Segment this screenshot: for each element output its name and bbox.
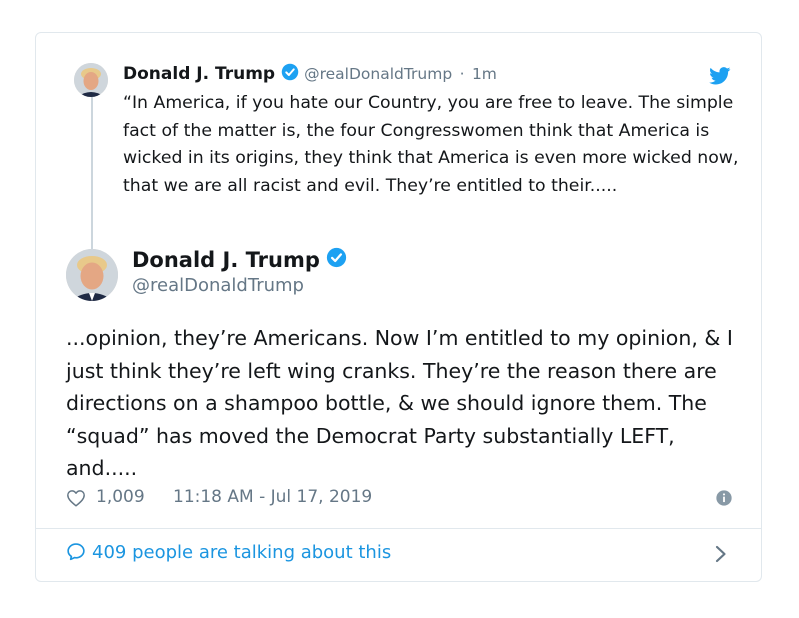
- quoted-display-name[interactable]: Donald J. Trump: [123, 64, 275, 84]
- tweet-text: ...opinion, they’re Americans. Now I’m e…: [66, 326, 733, 481]
- verified-badge-icon: [326, 247, 347, 272]
- author-name-row: Donald J. Trump: [132, 247, 352, 272]
- tweet-timestamp[interactable]: 11:18 AM - Jul 17, 2019: [173, 487, 372, 507]
- author-avatar[interactable]: [66, 249, 118, 301]
- conversation-link[interactable]: 409 people are talking about this: [66, 542, 391, 568]
- tweet-meta-row: 1,009 11:18 AM - Jul 17, 2019: [66, 487, 733, 512]
- author-handle[interactable]: @realDonaldTrump: [132, 275, 304, 296]
- verified-badge-icon: [281, 63, 299, 89]
- heart-icon[interactable]: [66, 489, 86, 512]
- like-count[interactable]: 1,009: [96, 487, 145, 507]
- avatar-image: [74, 63, 108, 97]
- header-separator: ·: [459, 65, 465, 83]
- comment-bubble-icon: [66, 542, 86, 566]
- card-divider: [36, 528, 761, 529]
- chevron-right-icon[interactable]: [715, 545, 727, 567]
- info-icon[interactable]: [715, 489, 733, 512]
- quoted-tweet-text: “In America, if you hate our Country, yo…: [123, 93, 739, 196]
- thread-connector-line: [91, 97, 93, 274]
- avatar-image: [66, 249, 118, 301]
- author-display-name[interactable]: Donald J. Trump: [132, 248, 320, 272]
- conversation-link-label: 409 people are talking about this: [92, 542, 392, 563]
- quoted-tweet-header: Donald J. Trump @realDonaldTrump · 1m: [123, 61, 497, 89]
- quoted-time-ago[interactable]: 1m: [472, 65, 497, 83]
- twitter-bird-icon[interactable]: [709, 67, 731, 89]
- quoted-handle[interactable]: @realDonaldTrump: [304, 65, 452, 83]
- embedded-tweet-card: Donald J. Trump @realDonaldTrump · 1m “In…: [35, 32, 762, 582]
- quoted-avatar[interactable]: [74, 63, 108, 97]
